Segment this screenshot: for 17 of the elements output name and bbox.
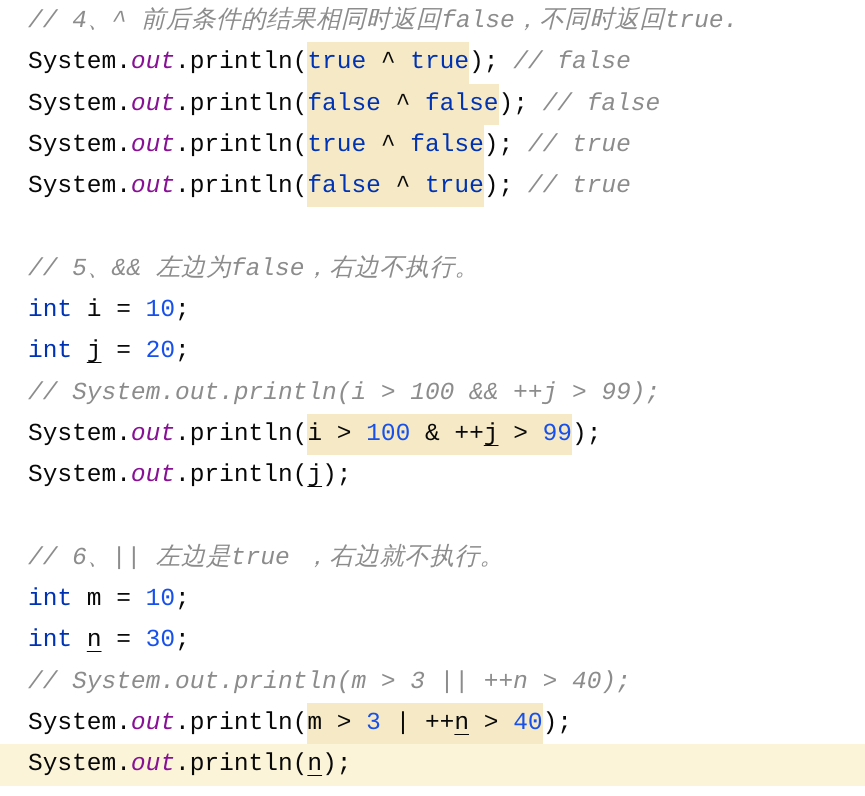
code-line: int n = 30;: [28, 626, 190, 656]
code-line: System.out.println(n);: [28, 750, 352, 780]
code-line: System.out.println(false ^ true); // true: [28, 166, 631, 208]
code-line: System.out.println(false ^ false); // false: [28, 84, 660, 125]
code-line: // System.out.println(m > 3 || ++n > 40);: [28, 668, 631, 698]
code-line: // System.out.println(i > 100 && ++j > 99);: [28, 378, 660, 409]
code-line: // 5、&& 左边为false，右边不执行。: [28, 254, 480, 285]
code-line: int j = 20;: [28, 337, 190, 368]
code-line: System.out.println(i > 100 & ++j > 99);: [28, 414, 602, 456]
code-line: // 4、^ 前后条件的结果相同时返回false，不同时返回true.: [28, 6, 738, 37]
code-line: int m = 10;: [28, 585, 190, 616]
code-line: // 6、|| 左边是true ，右边就不执行。: [28, 542, 504, 574]
code-line: int i = 10;: [28, 296, 190, 326]
code-line: System.out.println(true ^ false); // true: [28, 124, 631, 166]
code-line: System.out.println(j);: [28, 461, 352, 492]
code-line: System.out.println(m > 3 | ++n > 40);: [28, 703, 572, 744]
code-line: System.out.println(true ^ true); // false: [28, 42, 631, 84]
